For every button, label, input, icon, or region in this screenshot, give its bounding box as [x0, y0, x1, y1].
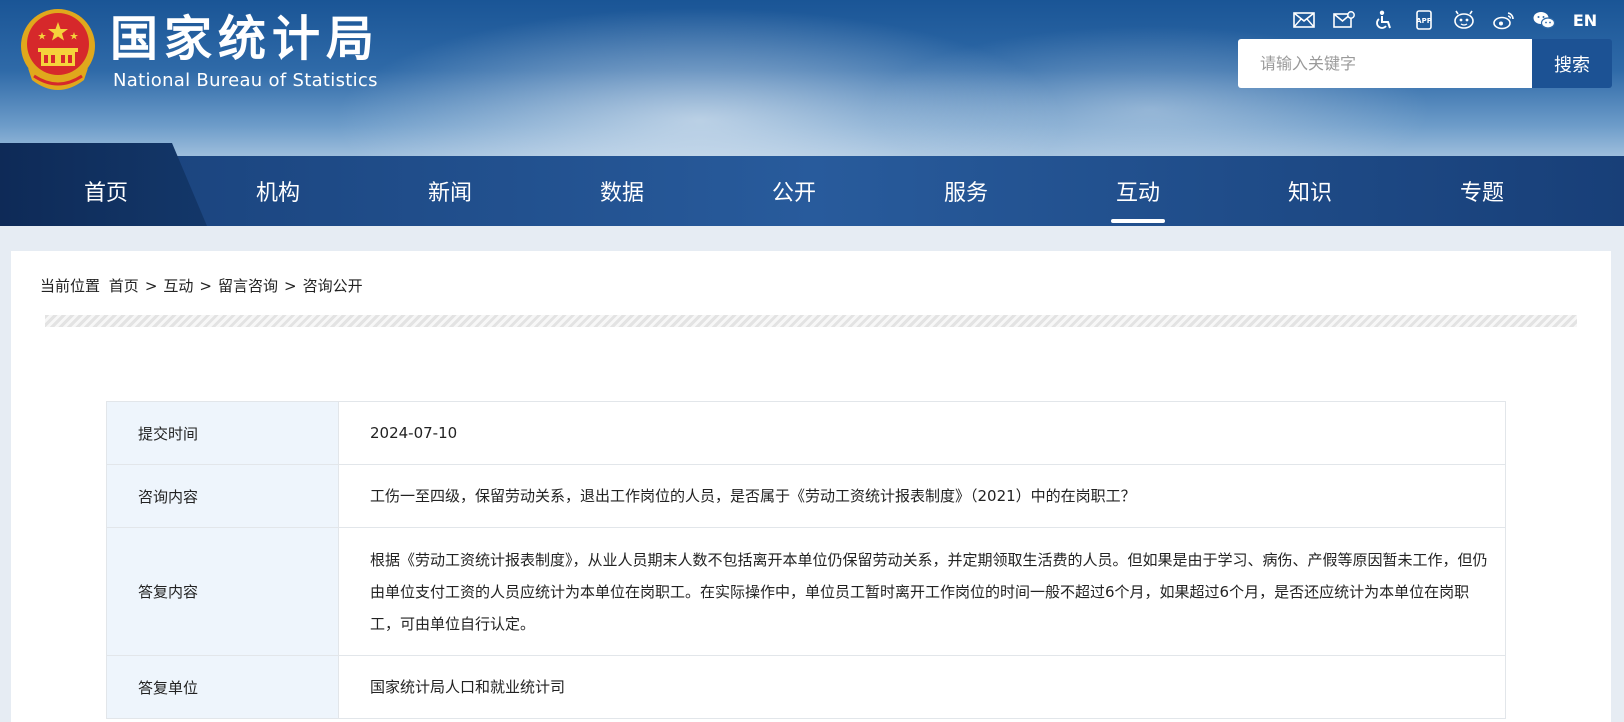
breadcrumb-home[interactable]: 首页	[109, 277, 139, 295]
row-value-submit-time: 2024-07-10	[338, 401, 1506, 465]
row-value-answer: 根据《劳动工资统计报表制度》，从业人员期末人数不包括离开本单位仍保留劳动关系，并…	[338, 527, 1506, 656]
row-label-department: 答复单位	[106, 655, 339, 719]
nav-item-data[interactable]: 数据	[536, 156, 708, 226]
header-tools: APP EN	[1284, 8, 1600, 32]
row-label-answer: 答复内容	[106, 527, 339, 656]
site-title-cn[interactable]: 国家统计局	[110, 12, 380, 66]
table-row: 提交时间 2024-07-10	[106, 401, 1506, 465]
row-label-submit-time: 提交时间	[106, 401, 339, 465]
language-en-link[interactable]: EN	[1570, 11, 1600, 30]
breadcrumb-separator: >	[199, 277, 212, 295]
main-content: 当前位置 首页 > 互动 > 留言咨询 > 咨询公开 提交时间 2024-07-10 咨询内…	[11, 251, 1611, 722]
nav-item-label: 机构	[255, 181, 300, 206]
breadcrumb-separator: >	[284, 277, 297, 295]
wechat-icon[interactable]	[1524, 8, 1564, 32]
breadcrumb-interaction[interactable]: 互动	[163, 277, 193, 295]
svg-text:APP: APP	[1416, 17, 1432, 25]
nav-item-label: 专题	[1459, 181, 1504, 206]
mail-icon[interactable]	[1284, 8, 1324, 32]
row-label-question: 咨询内容	[106, 464, 339, 528]
breadcrumb-separator: >	[144, 277, 158, 295]
accessibility-icon[interactable]	[1364, 8, 1404, 32]
national-emblem-icon[interactable]	[18, 8, 98, 92]
consultation-table: 提交时间 2024-07-10 咨询内容 工伤一至四级，保留劳动关系，退出工作岗…	[106, 401, 1506, 719]
site-title-en[interactable]: National Bureau of Statistics	[113, 70, 378, 91]
nav-item-home[interactable]: 首页	[20, 156, 192, 226]
nav-item-public[interactable]: 公开	[708, 156, 880, 226]
row-value-department: 国家统计局人口和就业统计司	[338, 655, 1506, 719]
nav-item-label: 新闻	[427, 181, 472, 206]
nav-item-label: 首页	[83, 181, 128, 206]
app-icon[interactable]: APP	[1404, 8, 1444, 32]
site-header: 国家统计局 National Bureau of Statistics APP …	[0, 0, 1624, 157]
section-divider	[45, 315, 1577, 327]
search-input[interactable]	[1238, 39, 1534, 88]
breadcrumb: 当前位置 首页 > 互动 > 留言咨询 > 咨询公开	[40, 275, 363, 296]
table-row: 答复内容 根据《劳动工资统计报表制度》，从业人员期末人数不包括离开本单位仍保留劳…	[106, 527, 1506, 656]
row-value-question: 工伤一至四级，保留劳动关系，退出工作岗位的人员，是否属于《劳动工资统计报表制度》…	[338, 464, 1506, 528]
main-nav: 首页 机构 新闻 数据 公开 服务 互动 知识 专题	[0, 143, 1624, 226]
weibo-robot-icon[interactable]	[1444, 8, 1484, 32]
mail-settings-icon[interactable]	[1324, 8, 1364, 32]
nav-item-knowledge[interactable]: 知识	[1224, 156, 1396, 226]
nav-item-topics[interactable]: 专题	[1396, 156, 1568, 226]
nav-item-institutions[interactable]: 机构	[192, 156, 364, 226]
nav-item-services[interactable]: 服务	[880, 156, 1052, 226]
nav-item-label: 服务	[943, 181, 988, 206]
active-nav-indicator	[1111, 219, 1165, 223]
nav-item-interaction[interactable]: 互动	[1052, 156, 1224, 226]
nav-item-label: 知识	[1287, 181, 1332, 206]
weibo-icon[interactable]	[1484, 8, 1524, 32]
nav-item-news[interactable]: 新闻	[364, 156, 536, 226]
breadcrumb-prefix: 当前位置	[40, 277, 101, 295]
nav-item-label: 互动	[1115, 181, 1160, 206]
breadcrumb-messages[interactable]: 留言咨询	[218, 277, 278, 295]
nav-item-label: 公开	[771, 181, 816, 206]
search-button[interactable]: 搜索	[1532, 39, 1612, 88]
table-row: 答复单位 国家统计局人口和就业统计司	[106, 655, 1506, 719]
nav-item-label: 数据	[599, 181, 644, 206]
table-row: 咨询内容 工伤一至四级，保留劳动关系，退出工作岗位的人员，是否属于《劳动工资统计…	[106, 464, 1506, 528]
breadcrumb-current[interactable]: 咨询公开	[303, 277, 363, 295]
